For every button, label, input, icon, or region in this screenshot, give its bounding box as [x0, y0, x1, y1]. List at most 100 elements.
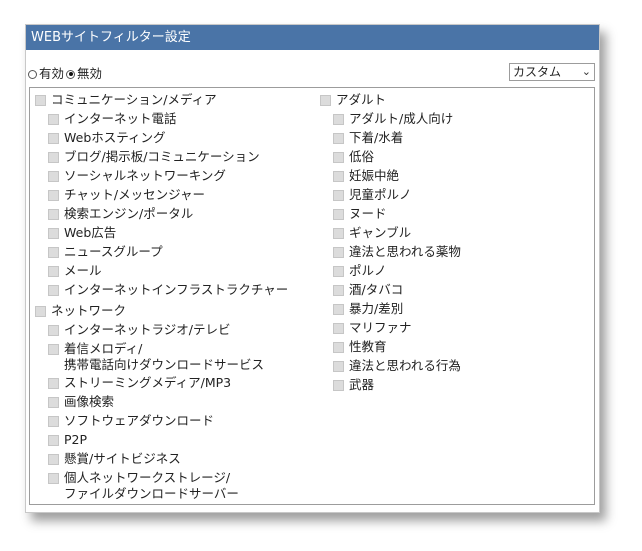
subcategory-label: インターネットインフラストラクチャー [64, 282, 289, 297]
checkbox-icon [48, 152, 59, 163]
subcategory-checkbox-row[interactable]: 懸賞/サイトビジネス [48, 451, 288, 470]
subcategory-label: マリファナ [349, 320, 412, 335]
subcategory-checkbox-row[interactable]: 下着/水着 [333, 130, 461, 149]
subcategory-checkbox-row[interactable]: 性教育 [333, 339, 461, 358]
subcategory-checkbox-row[interactable]: ストリーミングメディア/MP3 [48, 375, 288, 394]
subcategory-label: 低俗 [349, 149, 375, 164]
checkbox-icon [48, 397, 59, 408]
checkbox-icon [48, 325, 59, 336]
preset-select[interactable]: カスタム ⌄ [509, 63, 595, 81]
checkbox-icon [48, 344, 59, 355]
subcategory-label: 違法と思われる行為 [349, 358, 461, 373]
checkbox-icon [333, 152, 344, 163]
subcategory-checkbox-row[interactable]: ニュースグループ [48, 244, 288, 263]
subcategory-checkbox-row[interactable]: 着信メロディ/ 携帯電話向けダウンロードサービス [48, 341, 288, 375]
checkbox-icon [333, 342, 344, 353]
category-label: ネットワーク [51, 303, 127, 318]
subcategory-label: 妊娠中絶 [349, 168, 400, 183]
subcategory-checkbox-row[interactable]: ブログ/掲示板/コミュニケーション [48, 149, 288, 168]
subcategory-checkbox-row[interactable]: 検索エンジン/ポータル [48, 206, 288, 225]
category-checkbox-row[interactable]: アダルト [320, 92, 461, 111]
radio-enabled[interactable]: 有効 [28, 66, 64, 82]
checkbox-icon [48, 285, 59, 296]
mode-row: 有効 無効 カスタム ⌄ [26, 50, 599, 86]
category-column-right: アダルト アダルト/成人向け 下着/水着 低俗 妊娠中絶 児童ポルノ ヌード ギャンブル 違法と… [320, 92, 461, 396]
subcategory-checkbox-row[interactable]: メール [48, 263, 288, 282]
checkbox-icon [48, 454, 59, 465]
checkbox-icon [333, 285, 344, 296]
subcategory-checkbox-row[interactable]: チャット/メッセンジャー [48, 187, 288, 206]
subcategory-label: アダルト/成人向け [349, 111, 454, 126]
checkbox-icon [48, 114, 59, 125]
subcategory-label: 着信メロディ/ 携帯電話向けダウンロードサービス [64, 341, 265, 372]
subcategory-checkbox-row[interactable]: インターネットラジオ/テレビ [48, 322, 288, 341]
subcategory-label: ポルノ [349, 263, 387, 278]
subcategory-checkbox-row[interactable]: Web広告 [48, 225, 288, 244]
checkbox-icon [333, 114, 344, 125]
category-checkbox-row[interactable]: ネットワーク [35, 303, 288, 322]
subcategory-checkbox-row[interactable]: P2P [48, 432, 288, 451]
subcategory-checkbox-row[interactable]: アダルト/成人向け [333, 111, 461, 130]
radio-disabled[interactable]: 無効 [66, 66, 102, 82]
subcategory-checkbox-row[interactable]: 暴力/差別 [333, 301, 461, 320]
subcategory-label: 性教育 [349, 339, 387, 354]
checkbox-icon [35, 306, 46, 317]
category-checkbox-row[interactable]: コミュニケーション/メディア [35, 92, 288, 111]
subcategory-checkbox-row[interactable]: 違法と思われる行為 [333, 358, 461, 377]
checkbox-icon [333, 323, 344, 334]
enable-radio-group: 有効 無効 [28, 66, 104, 82]
subcategory-checkbox-row[interactable]: 酒/タバコ [333, 282, 461, 301]
subcategory-checkbox-row[interactable]: 武器 [333, 377, 461, 396]
category-list[interactable]: コミュニケーション/メディア インターネット電話 Webホスティング ブログ/掲示板/… [29, 87, 595, 505]
subcategory-checkbox-row[interactable]: ヌード [333, 206, 461, 225]
checkbox-icon [48, 190, 59, 201]
checkbox-icon [333, 266, 344, 277]
subcategory-label: メール [64, 263, 102, 278]
checkbox-icon [333, 380, 344, 391]
subcategory-checkbox-row[interactable]: ポルノ [333, 263, 461, 282]
subcategory-label: 画像検索 [64, 394, 115, 409]
category-label: アダルト [336, 92, 387, 107]
checkbox-icon [333, 171, 344, 182]
checkbox-icon [333, 247, 344, 258]
checkbox-icon [48, 209, 59, 220]
subcategory-checkbox-row[interactable]: Webホスティング [48, 130, 288, 149]
subcategory-label: 武器 [349, 377, 375, 392]
subcategory-checkbox-row[interactable]: インターネットインフラストラクチャー [48, 282, 288, 301]
subcategory-label: ヌード [349, 206, 387, 221]
checkbox-icon [333, 228, 344, 239]
checkbox-icon [48, 378, 59, 389]
subcategory-label: 懸賞/サイトビジネス [64, 451, 181, 466]
subcategory-checkbox-row[interactable]: ソーシャルネットワーキング [48, 168, 288, 187]
subcategory-label: インターネットラジオ/テレビ [64, 322, 231, 337]
subcategory-checkbox-row[interactable]: 個人ネットワークストレージ/ ファイルダウンロードサーバー [48, 470, 288, 504]
radio-disabled-icon [66, 69, 76, 79]
subcategory-checkbox-row[interactable]: 画像検索 [48, 394, 288, 413]
chevron-down-icon: ⌄ [581, 65, 591, 78]
checkbox-icon [48, 171, 59, 182]
subcategory-checkbox-row[interactable]: 低俗 [333, 149, 461, 168]
subcategory-checkbox-row[interactable]: 妊娠中絶 [333, 168, 461, 187]
subcategory-label: 酒/タバコ [349, 282, 404, 297]
subcategory-label: ブログ/掲示板/コミュニケーション [64, 149, 260, 164]
subcategory-checkbox-row[interactable]: ソフトウェアダウンロード [48, 413, 288, 432]
checkbox-icon [35, 95, 46, 106]
web-filter-panel: WEBサイトフィルター設定 有効 無効 カスタム ⌄ コミュニケーション/メディ… [25, 24, 600, 513]
subcategory-label: ソーシャルネットワーキング [64, 168, 226, 183]
subcategory-checkbox-row[interactable]: インターネット電話 [48, 111, 288, 130]
checkbox-icon [48, 266, 59, 277]
subcategory-label: 検索エンジン/ポータル [64, 206, 194, 221]
subcategory-label: 違法と思われる薬物 [349, 244, 461, 259]
checkbox-icon [48, 247, 59, 258]
checkbox-icon [333, 133, 344, 144]
subcategory-label: チャット/メッセンジャー [64, 187, 205, 202]
subcategory-checkbox-row[interactable]: ギャンブル [333, 225, 461, 244]
subcategory-checkbox-row[interactable]: 違法と思われる薬物 [333, 244, 461, 263]
subcategory-checkbox-row[interactable]: 児童ポルノ [333, 187, 461, 206]
category-column-left: コミュニケーション/メディア インターネット電話 Webホスティング ブログ/掲示板/… [35, 92, 288, 504]
subcategory-label: ストリーミングメディア/MP3 [64, 375, 232, 390]
subcategory-label: インターネット電話 [64, 111, 177, 126]
panel-title: WEBサイトフィルター設定 [26, 25, 599, 50]
subcategory-checkbox-row[interactable]: マリファナ [333, 320, 461, 339]
subcategory-label: 下着/水着 [349, 130, 404, 145]
